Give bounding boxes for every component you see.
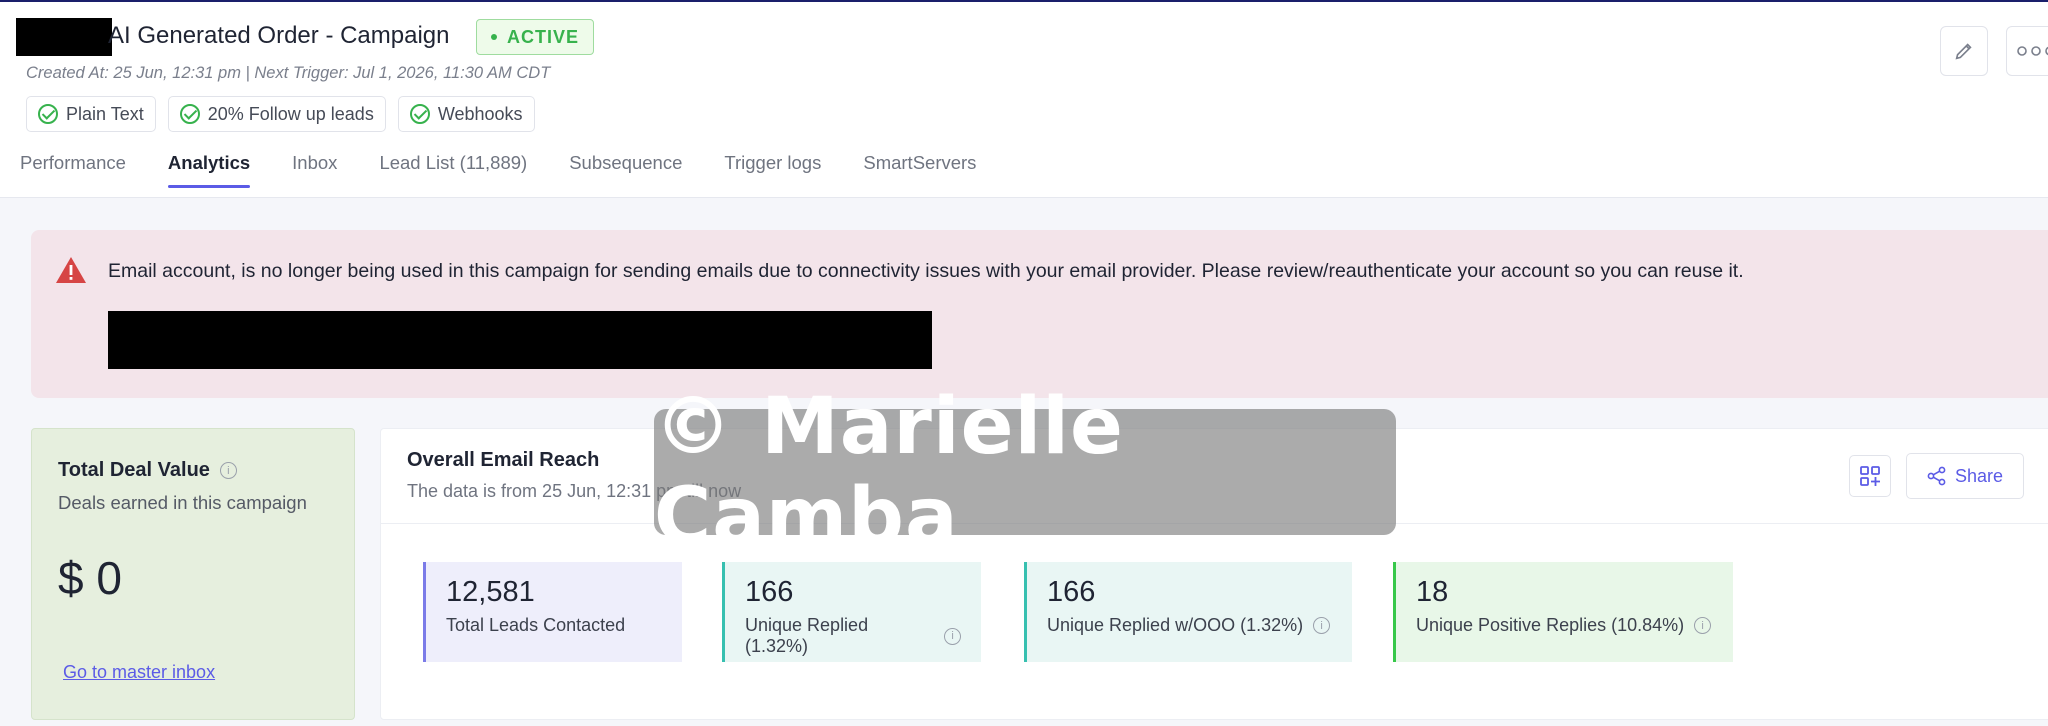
check-circle-icon	[38, 104, 58, 124]
tab-smartservers[interactable]: SmartServers	[863, 152, 976, 188]
stat-total-leads: 12,581 Total Leads Contacted	[423, 562, 682, 662]
stat-label: Total Leads Contacted	[446, 615, 662, 636]
chip-plain-text: Plain Text	[26, 96, 156, 132]
stat-label-text: Total Leads Contacted	[446, 615, 626, 635]
share-button[interactable]: Share	[1906, 453, 2024, 499]
info-icon[interactable]: i	[219, 462, 237, 479]
tab-inbox[interactable]: Inbox	[292, 152, 337, 188]
campaign-tabs: Performance Analytics Inbox Lead List (1…	[20, 152, 976, 188]
tab-analytics[interactable]: Analytics	[167, 152, 251, 188]
info-icon[interactable]: i	[944, 627, 961, 645]
connectivity-alert: Email account, is no longer being used i…	[31, 230, 2048, 398]
deal-title-label: Total Deal Value	[58, 459, 210, 481]
stat-label-text: Unique Replied (1.32%)	[745, 615, 869, 656]
stat-label: Unique Replied w/OOO (1.32%) i	[1047, 615, 1332, 636]
tab-trigger-logs[interactable]: Trigger logs	[724, 152, 821, 188]
chip-label: Plain Text	[66, 103, 144, 124]
info-icon[interactable]: i	[1313, 617, 1331, 634]
share-label: Share	[1954, 465, 2004, 486]
edit-button[interactable]	[1940, 26, 1988, 76]
stat-unique-replied-ooo: 166 Unique Replied w/OOO (1.32%) i	[1024, 562, 1352, 662]
tab-lead-list[interactable]: Lead List (11,889)	[379, 152, 527, 188]
stat-value: 12,581	[446, 576, 535, 608]
more-icon	[2017, 46, 2048, 56]
campaign-meta: Created At: 25 Jun, 12:31 pm | Next Trig…	[26, 64, 551, 82]
stat-label: Unique Positive Replies (10.84%) i	[1416, 615, 1713, 636]
stat-value: 166	[1047, 576, 1096, 608]
redacted-block	[108, 311, 932, 369]
campaign-header: AI Generated Order - Campaign ACTIVE Cre…	[0, 2, 2048, 198]
share-icon	[1927, 466, 1946, 486]
grid-icon	[1860, 466, 1880, 486]
chip-webhooks: Webhooks	[397, 96, 535, 132]
stat-value: 18	[1416, 576, 1449, 608]
tab-performance[interactable]: Performance	[20, 152, 126, 188]
deal-value-card: Total Deal Value i Deals earned in this …	[31, 428, 355, 720]
chip-follow-up: 20% Follow up leads	[167, 96, 386, 132]
warning-icon	[56, 257, 86, 283]
check-circle-icon	[179, 104, 200, 124]
pencil-icon	[1955, 43, 1972, 60]
feature-chips: Plain Text 20% Follow up leads Webhooks	[26, 96, 535, 132]
status-dot-icon	[491, 34, 497, 40]
redacted-block	[16, 18, 112, 56]
deal-value: $ 0	[58, 552, 122, 604]
reach-title: Overall Email Reach	[407, 449, 600, 471]
info-icon[interactable]: i	[1694, 617, 1712, 634]
stat-value: 166	[745, 576, 794, 608]
campaign-title: AI Generated Order - Campaign	[108, 22, 450, 49]
stat-positive-replies: 18 Unique Positive Replies (10.84%) i	[1393, 562, 1733, 662]
stat-label: Unique Replied (1.32%) i	[745, 615, 961, 657]
master-inbox-link[interactable]: Go to master inbox	[63, 662, 215, 683]
deal-subtitle: Deals earned in this campaign	[58, 492, 307, 513]
check-circle-icon	[409, 104, 430, 124]
alert-message: Email account, is no longer being used i…	[108, 260, 1744, 282]
stat-label-text: Unique Replied w/OOO (1.32%)	[1047, 615, 1304, 635]
tab-subsequence[interactable]: Subsequence	[569, 152, 682, 188]
status-badge: ACTIVE	[476, 19, 595, 55]
stat-unique-replied: 166 Unique Replied (1.32%) i	[722, 562, 981, 662]
more-button[interactable]	[2006, 26, 2048, 76]
chip-label: 20% Follow up leads	[207, 103, 374, 124]
chip-label: Webhooks	[437, 103, 523, 124]
status-label: ACTIVE	[507, 26, 580, 47]
watermark: © Marielle Camba	[654, 382, 1396, 562]
deal-title: Total Deal Value i	[58, 459, 237, 482]
grid-view-button[interactable]	[1849, 455, 1891, 497]
stat-label-text: Unique Positive Replies (10.84%)	[1416, 615, 1685, 635]
